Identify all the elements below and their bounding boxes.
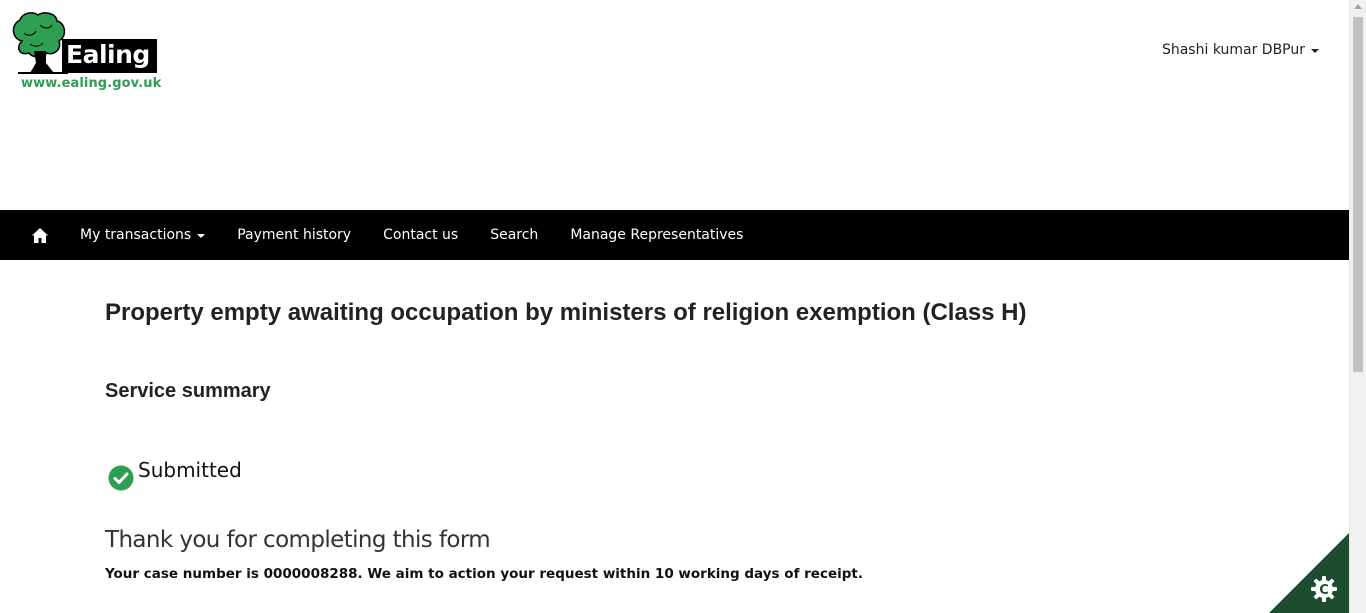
nav-my-transactions[interactable]: My transactions	[64, 210, 221, 260]
vertical-scrollbar[interactable]	[1349, 0, 1366, 613]
thank-you-heading: Thank you for completing this form	[105, 527, 491, 553]
page-title: Property empty awaiting occupation by mi…	[105, 299, 1027, 326]
nav-search[interactable]: Search	[474, 210, 554, 260]
scroll-up-arrow-icon[interactable]	[1354, 4, 1362, 9]
scrollbar-thumb[interactable]	[1353, 17, 1363, 372]
nav-manage-representatives-label: Manage Representatives	[570, 227, 744, 243]
nav-manage-representatives[interactable]: Manage Representatives	[554, 210, 759, 260]
user-menu[interactable]: Shashi kumar DBPur	[1162, 42, 1319, 58]
nav-contact-us-label: Contact us	[383, 227, 459, 243]
chevron-down-icon	[1311, 49, 1319, 53]
main-nav: My transactions Payment history Contact …	[0, 210, 1349, 260]
case-number-message: Your case number is 0000008288. We aim t…	[105, 566, 863, 582]
page: Ealing www.ealing.gov.uk Shashi kumar DB…	[0, 0, 1349, 613]
logo-text: Ealing	[66, 40, 150, 69]
svg-text:C: C	[1319, 583, 1329, 598]
nav-my-transactions-label: My transactions	[80, 227, 192, 243]
site-url[interactable]: www.ealing.gov.uk	[21, 76, 161, 91]
cookie-settings-icon: C	[1311, 576, 1337, 602]
service-summary-heading: Service summary	[105, 380, 271, 402]
status-row: Submitted	[108, 455, 242, 491]
user-name: Shashi kumar DBPur	[1161, 42, 1305, 58]
chevron-down-icon	[197, 234, 206, 238]
status-label: Submitted	[138, 458, 242, 482]
check-circle-icon	[108, 465, 134, 491]
nav-payment-history-label: Payment history	[237, 227, 352, 243]
nav-contact-us[interactable]: Contact us	[367, 210, 474, 260]
nav-search-label: Search	[490, 227, 539, 243]
cookie-settings-button[interactable]: C	[1269, 533, 1349, 613]
nav-home[interactable]	[16, 210, 64, 260]
nav-payment-history[interactable]: Payment history	[221, 210, 367, 260]
home-icon	[32, 227, 48, 243]
